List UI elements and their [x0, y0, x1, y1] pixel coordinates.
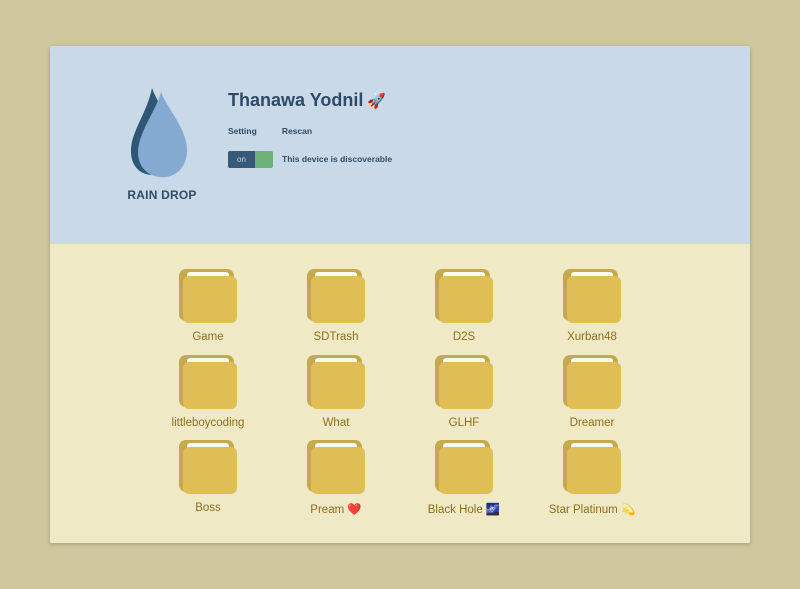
folder-icon	[435, 440, 493, 496]
folder-icon	[179, 440, 237, 496]
discoverable-toggle[interactable]: on	[228, 151, 273, 168]
folder-icon	[307, 440, 365, 496]
folder-icon	[563, 269, 621, 325]
folder-item[interactable]: Pream ❤️	[276, 440, 396, 522]
folder-front	[311, 362, 365, 409]
device-grid: Game SDTrash D2S Xurban48 littleboycoding Wha…	[50, 244, 750, 543]
folder-item[interactable]: D2S	[404, 269, 524, 351]
folder-icon	[307, 355, 365, 411]
folder-item[interactable]: GLHF	[404, 355, 524, 437]
folder-item[interactable]: Xurban48	[532, 269, 652, 351]
folder-item[interactable]: Boss	[148, 440, 268, 522]
rescan-button[interactable]: Rescan	[282, 126, 312, 136]
app-window: RAIN DROP Thanawa Yodnil 🚀 Setting Rescan…	[50, 46, 750, 543]
folder-label: Dreamer	[569, 417, 615, 429]
folder-front	[439, 362, 493, 409]
app-brand-label: RAIN DROP	[127, 188, 197, 202]
folder-front	[311, 276, 365, 323]
setting-button[interactable]: Setting	[228, 126, 257, 136]
folder-front	[183, 276, 237, 323]
folder-icon	[435, 355, 493, 411]
raindrop-logo-icon	[130, 88, 200, 180]
folder-icon	[435, 269, 493, 325]
folder-icon	[563, 355, 621, 411]
toggle-knob	[255, 151, 273, 168]
folder-item[interactable]: Star Platinum 💫	[532, 440, 652, 522]
header-menu: Setting Rescan	[228, 126, 312, 136]
folder-item[interactable]: SDTrash	[276, 269, 396, 351]
toggle-state-text: on	[228, 151, 255, 168]
discoverable-label: This device is discoverable	[282, 154, 393, 164]
user-name-text: Thanawa Yodnil	[228, 90, 364, 110]
folder-item[interactable]: littleboycoding	[148, 355, 268, 437]
folder-label: Xurban48	[567, 331, 617, 343]
folder-front	[183, 362, 237, 409]
folder-front	[567, 276, 621, 323]
folder-icon	[179, 355, 237, 411]
folder-icon	[179, 269, 237, 325]
rocket-emoji-icon: 🚀	[367, 93, 387, 110]
folder-front	[311, 447, 365, 494]
folder-icon	[563, 440, 621, 496]
folder-item[interactable]: Black Hole 🌌	[404, 440, 524, 522]
folder-front	[183, 447, 237, 494]
folder-front	[567, 362, 621, 409]
folder-front	[567, 447, 621, 494]
folder-icon	[307, 269, 365, 325]
folder-item[interactable]: What	[276, 355, 396, 437]
folder-label: Star Platinum 💫	[548, 504, 636, 516]
user-name-heading: Thanawa Yodnil 🚀	[228, 90, 386, 111]
folder-item[interactable]: Game	[148, 269, 268, 351]
folder-item[interactable]: Dreamer	[532, 355, 652, 437]
folder-front	[439, 447, 493, 494]
header-panel: RAIN DROP Thanawa Yodnil 🚀 Setting Rescan…	[50, 46, 750, 244]
folder-front	[439, 276, 493, 323]
